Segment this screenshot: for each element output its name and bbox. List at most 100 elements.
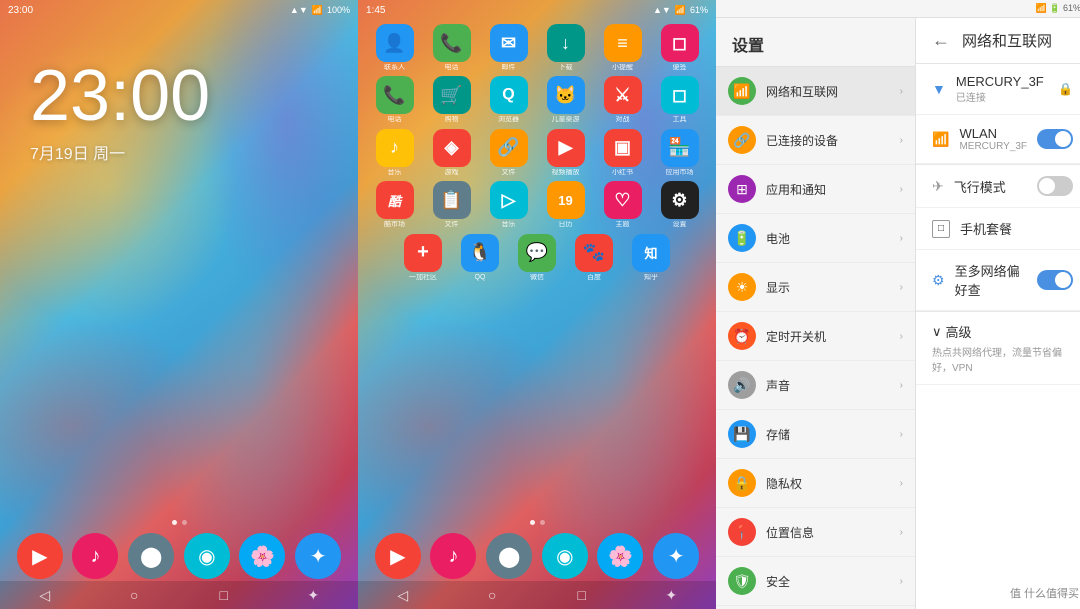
app-xiaohongshu[interactable]: ▣小红书 <box>599 129 647 177</box>
apps-icon: ⊞ <box>728 175 756 203</box>
dock-row[interactable]: ▶ ♪ ⬤ ◉ 🌸 ✦ <box>0 533 358 579</box>
app-icon-game1: 🐱 <box>547 76 585 114</box>
settings-item-location[interactable]: 📍 位置信息 › <box>716 508 915 557</box>
settings-item-timer[interactable]: ⏰ 定时开关机 › <box>716 312 915 361</box>
network-label: 网络和互联网 <box>766 83 890 100</box>
settings-item-privacy[interactable]: 🔒 隐私权 › <box>716 459 915 508</box>
app-game1[interactable]: 🐱儿童桌游 <box>542 76 590 124</box>
nav-extra-1[interactable]: ✦ <box>299 585 327 605</box>
app-video[interactable]: ▶视频播放 <box>542 129 590 177</box>
timer-arrow: › <box>900 331 903 342</box>
app-util[interactable]: ◻工具 <box>656 76 704 124</box>
app-row-1: 👤联系人 📞电话 ✉邮件 ↓下载 ≡ 小提醒 ◻便签 <box>366 24 708 72</box>
detail-back-button[interactable]: ← <box>932 30 950 51</box>
app-game2[interactable]: ⚔对战 <box>599 76 647 124</box>
app-baidu[interactable]: 🐾百度 <box>570 234 618 282</box>
sound-icon: 🔊 <box>728 371 756 399</box>
settings-item-sound[interactable]: 🔊 声音 › <box>716 361 915 410</box>
app-phone[interactable]: 📞电话 <box>428 24 476 72</box>
detail-title: 网络和互联网 <box>962 30 1052 51</box>
app-zhihu[interactable]: 知知乎 <box>627 234 675 282</box>
privacy-icon: 🔒 <box>728 469 756 497</box>
nav-back-2[interactable]: ◁ <box>389 585 417 605</box>
nav-home-1[interactable]: ○ <box>120 585 148 605</box>
app-label-util: 工具 <box>673 116 687 124</box>
wifi-network-mercury[interactable]: ▼ MERCURY_3F 已连接 🔒 <box>916 64 1080 115</box>
airplane-toggle[interactable] <box>1037 176 1073 196</box>
dock-item-maps[interactable]: ✦ <box>294 533 342 579</box>
app-music2[interactable]: ♪音乐 <box>371 129 419 177</box>
app-icon-market: 🏪 <box>661 129 699 167</box>
app-icon-notes: ≡ <box>604 24 642 62</box>
nav-recent-1[interactable]: □ <box>210 585 238 605</box>
app-filemgr[interactable]: 📋文件 <box>428 181 476 229</box>
dock-item-camera[interactable]: ⬤ <box>127 533 175 579</box>
dock-icon-files: ◉ <box>184 533 230 579</box>
app-notes[interactable]: ≡ 小提醒 <box>599 24 647 72</box>
dock2-camera[interactable]: ⬤ <box>485 533 533 579</box>
app-koo[interactable]: 酷酷市场 <box>371 181 419 229</box>
app-game3[interactable]: ◈游戏 <box>428 129 476 177</box>
advanced-sub: 热点共网络代理，流量节省偏好，VPN <box>932 344 1073 374</box>
dock2-video[interactable]: ▶ <box>374 533 422 579</box>
data-plan-label: 手机套餐 <box>960 219 1073 238</box>
settings-item-devices[interactable]: 🔗 已连接的设备 › <box>716 116 915 165</box>
dock2-gallery[interactable]: 🌸 <box>596 533 644 579</box>
dock-item-files[interactable]: ◉ <box>183 533 231 579</box>
nav-back-1[interactable]: ◁ <box>31 585 59 605</box>
nav-recent-2[interactable]: □ <box>568 585 596 605</box>
dock2-music[interactable]: ♪ <box>429 533 477 579</box>
settings-item-apps[interactable]: ⊞ 应用和通知 › <box>716 165 915 214</box>
app-wechat[interactable]: 💬微信 <box>513 234 561 282</box>
nav-extra-2[interactable]: ✦ <box>657 585 685 605</box>
app-tools[interactable]: ◻便签 <box>656 24 704 72</box>
network-pref-row[interactable]: ⚙ 至多网络偏好查 <box>916 250 1080 311</box>
devices-arrow: › <box>900 135 903 146</box>
settings-item-security[interactable]: 🛡 安全 › <box>716 557 915 606</box>
settings-item-network[interactable]: 📶 网络和互联网 › <box>716 67 915 116</box>
dock-icon-maps: ✦ <box>295 533 341 579</box>
settings-sidebar: 设置 📶 网络和互联网 › 🔗 已连接的设备 › ⊞ 应用和通知 › 🔋 电池 … <box>716 18 916 609</box>
airplane-row[interactable]: ✈ 飞行模式 <box>916 165 1080 208</box>
app-label-filemgr: 文件 <box>445 221 459 229</box>
app-download[interactable]: ↓下载 <box>542 24 590 72</box>
dot-inactive <box>182 520 187 525</box>
location-arrow: › <box>900 527 903 538</box>
app-dialer[interactable]: 📞电话 <box>371 76 419 124</box>
data-plan-row[interactable]: □ 手机套餐 <box>916 208 1080 250</box>
app-email[interactable]: ✉邮件 <box>485 24 533 72</box>
app-contacts[interactable]: 👤联系人 <box>371 24 419 72</box>
app-settings-icon-home[interactable]: ⚙设置 <box>656 181 704 229</box>
nav-home-2[interactable]: ○ <box>478 585 506 605</box>
app-browser[interactable]: Q浏览器 <box>485 76 533 124</box>
dock-row-2[interactable]: ▶ ♪ ⬤ ◉ 🌸 ✦ <box>358 533 716 579</box>
dock-item-video[interactable]: ▶ <box>16 533 64 579</box>
app-label-notes: 小提醒 <box>612 64 633 72</box>
settings-item-display[interactable]: ☀ 显示 › <box>716 263 915 312</box>
status-time-1: 23:00 <box>8 5 33 16</box>
wlan-toggle[interactable] <box>1037 129 1073 149</box>
settings-item-storage[interactable]: 💾 存储 › <box>716 410 915 459</box>
advanced-section[interactable]: ∨ 高级 热点共网络代理，流量节省偏好，VPN <box>916 312 1080 385</box>
app-qq[interactable]: 🐧QQ <box>456 234 504 282</box>
app-shop[interactable]: 🛒购物 <box>428 76 476 124</box>
settings-item-battery[interactable]: 🔋 电池 › <box>716 214 915 263</box>
dock-item-music[interactable]: ♪ <box>71 533 119 579</box>
dock-item-gallery[interactable]: 🌸 <box>238 533 286 579</box>
app-files[interactable]: 🔗文件 <box>485 129 533 177</box>
app-icon-video: ▶ <box>547 129 585 167</box>
dock2-icon-camera: ⬤ <box>486 533 532 579</box>
app-icon-koo: 酷 <box>376 181 414 219</box>
app-label-tools: 便签 <box>673 64 687 72</box>
app-calendar[interactable]: 19日历 <box>542 181 590 229</box>
app-theme[interactable]: ♡主题 <box>599 181 647 229</box>
app-icon-browser: Q <box>490 76 528 114</box>
network-pref-toggle[interactable] <box>1037 270 1073 290</box>
timer-label: 定时开关机 <box>766 328 890 345</box>
dock2-maps[interactable]: ✦ <box>652 533 700 579</box>
dock2-files[interactable]: ◉ <box>541 533 589 579</box>
app-netmusic[interactable]: ▷音乐 <box>485 181 533 229</box>
app-market[interactable]: 🏪应用市场 <box>656 129 704 177</box>
app-oneplus[interactable]: +一加社区 <box>399 234 447 282</box>
wlan-row[interactable]: 📶 WLAN MERCURY_3F <box>916 115 1080 164</box>
